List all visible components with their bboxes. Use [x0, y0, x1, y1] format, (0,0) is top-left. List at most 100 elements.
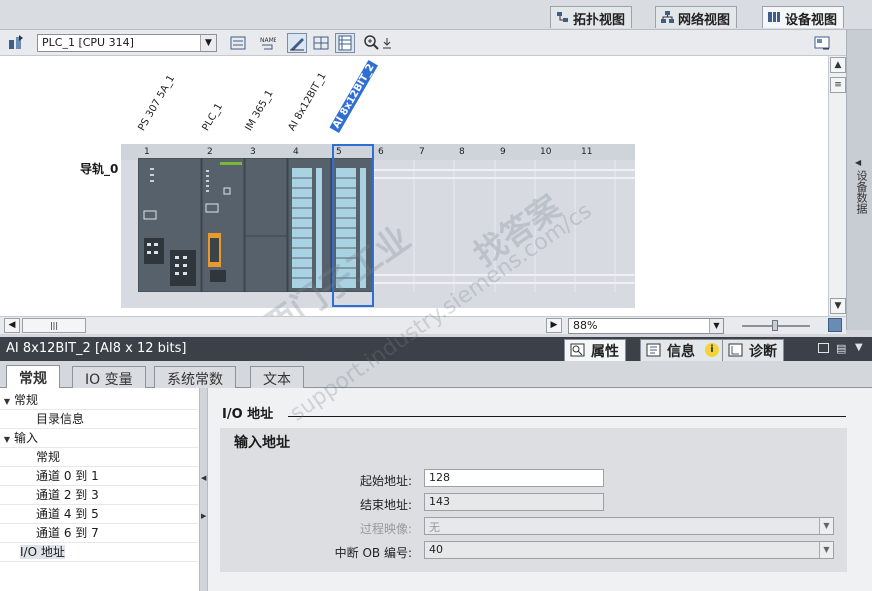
tree-item-input[interactable]: ▼ 输入 — [0, 429, 198, 448]
collapse-left-icon[interactable]: ◀ — [201, 474, 206, 482]
inspector-title: AI 8x12BIT_2 [AI8 x 12 bits] — [6, 341, 187, 356]
zoom-button[interactable] — [362, 33, 382, 53]
scroll-right-icon[interactable]: ▶ — [546, 318, 562, 333]
tab-device-view[interactable]: 设备视图 — [762, 6, 845, 28]
table-icon — [338, 35, 352, 51]
scroll-down-icon[interactable]: ▼ — [830, 298, 846, 314]
fit-view-icon[interactable] — [828, 318, 842, 332]
tree-item-general[interactable]: ▼ 常规 — [0, 391, 198, 410]
show-name-button[interactable]: NAME — [257, 33, 277, 53]
restore-icon[interactable] — [818, 343, 829, 353]
slot-number: 8 — [459, 147, 465, 157]
module-ps[interactable] — [138, 158, 202, 292]
chevron-down-icon[interactable]: ▼ — [709, 319, 723, 333]
device-data-label: 设备数据 — [855, 170, 868, 214]
arrow-down-icon — [383, 38, 391, 49]
tree-item-label: 常规 — [36, 450, 61, 464]
tab-general[interactable]: 常规 — [6, 365, 60, 389]
tab-device-label: 设备视图 — [785, 13, 838, 28]
tree-item-label: 通道 4 到 5 — [36, 507, 99, 521]
collapse-right-icon[interactable]: ▶ — [201, 512, 206, 520]
diagnostics-icon — [728, 343, 743, 357]
draw-button[interactable] — [287, 33, 307, 53]
inspector-sub-tabs: 常规 IO 变量 系统常数 文本 — [0, 361, 872, 389]
device-select[interactable]: PLC_1 [CPU 314] ▼ — [37, 34, 217, 52]
collapse-icon[interactable]: ▼ — [855, 342, 863, 353]
scroll-up-icon[interactable]: ▲ — [830, 57, 846, 73]
zoom-icon — [364, 35, 379, 50]
slot-number: 11 — [581, 147, 593, 157]
tree-item-channel-4-5[interactable]: 通道 4 到 5 — [0, 505, 198, 524]
tree-splitter[interactable]: ◀ ▶ — [200, 388, 208, 591]
module-cpu[interactable] — [201, 158, 245, 292]
tree-item-label: 目录信息 — [36, 412, 85, 426]
show-address-icon — [230, 36, 246, 50]
end-address-field: 143 — [424, 493, 604, 511]
tree-item-channel-2-3[interactable]: 通道 2 到 3 — [0, 486, 198, 505]
process-image-label: 过程映像: — [359, 522, 412, 536]
slot-number: 2 — [207, 147, 213, 157]
tree-item-label: 输入 — [14, 431, 39, 445]
overview-button[interactable] — [812, 33, 832, 53]
tab-topology-label: 拓扑视图 — [573, 13, 626, 28]
start-address-field[interactable]: 128 — [424, 469, 604, 487]
expand-triangle-icon[interactable]: ▼ — [0, 430, 14, 449]
tree-item-label: 常规 — [14, 393, 39, 407]
show-name-icon: NAME — [260, 37, 276, 50]
zoom-select[interactable]: 88% ▼ — [568, 318, 724, 334]
tree-item-channel-6-7[interactable]: 通道 6 到 7 — [0, 524, 198, 543]
interrupt-ob-select[interactable]: 40 ▼ — [424, 541, 834, 559]
tree-item-channel-0-1[interactable]: 通道 0 到 1 — [0, 467, 198, 486]
grid-icon — [313, 36, 329, 50]
tab-io-tags[interactable]: IO 变量 — [72, 366, 146, 388]
tab-info[interactable]: 信息 i — [640, 339, 726, 361]
tree-item-catalog-info[interactable]: 目录信息 — [0, 410, 198, 429]
end-address-label: 结束地址: — [359, 498, 412, 512]
device-canvas[interactable]: 导轨_0 1 2 3 4 5 6 7 8 9 10 11 PS 307 5A_1… — [0, 56, 828, 316]
show-address-button[interactable] — [228, 33, 248, 53]
process-image-select: 无 ▼ — [424, 517, 834, 535]
tab-texts[interactable]: 文本 — [250, 366, 304, 388]
minimize-icon[interactable]: ▤ — [836, 342, 846, 355]
tab-properties-label: 属性 — [591, 344, 619, 360]
tab-topology-view[interactable]: 拓扑视图 — [550, 6, 633, 28]
tab-properties[interactable]: 属性 — [564, 339, 626, 361]
slot-number: 1 — [144, 147, 150, 157]
device-icon — [768, 12, 780, 22]
module-label: PS 307 5A_1 — [136, 73, 178, 133]
tab-network-view[interactable]: 网络视图 — [655, 6, 738, 28]
horizontal-scroll-thumb[interactable]: ||| — [22, 318, 86, 333]
swap-icon — [9, 35, 23, 49]
tree-item-input-general[interactable]: 常规 — [0, 448, 198, 467]
table-button[interactable] — [335, 33, 355, 53]
scroll-left-icon[interactable]: ◀ — [4, 318, 20, 333]
device-swap-button[interactable] — [6, 33, 26, 53]
tree-item-io-address[interactable]: I/O 地址 — [0, 543, 198, 562]
zoom-slider-handle[interactable] — [772, 320, 778, 331]
rail-label: 导轨_0 — [80, 162, 119, 176]
module-ai-1[interactable] — [287, 158, 332, 292]
selection-frame — [332, 144, 374, 307]
network-icon — [661, 11, 674, 23]
tree-item-label: 通道 2 到 3 — [36, 488, 99, 502]
section-divider — [288, 416, 846, 417]
scroll-thumb[interactable]: ≡ — [830, 77, 846, 93]
grid-button[interactable] — [311, 33, 331, 53]
chevron-down-icon: ▼ — [819, 518, 833, 534]
device-select-value: PLC_1 [CPU 314] — [42, 36, 134, 49]
module-label: IM 365_1 — [243, 88, 276, 133]
module-im[interactable] — [244, 158, 288, 292]
zoom-dropdown-button[interactable] — [380, 33, 394, 53]
expand-panel-icon[interactable]: ◀ — [855, 158, 861, 167]
info-badge-icon: i — [705, 343, 719, 357]
module-label-selected: AI 8x12BIT_2 — [329, 59, 379, 134]
tab-diagnostics[interactable]: 诊断 — [722, 339, 784, 361]
canvas-vertical-scrollbar[interactable]: ▲ ≡ ▼ — [828, 56, 846, 316]
slot-number: 6 — [378, 147, 384, 157]
overview-icon — [814, 36, 830, 50]
expand-triangle-icon[interactable]: ▼ — [0, 392, 14, 411]
chevron-down-icon[interactable]: ▼ — [200, 35, 216, 51]
chevron-down-icon[interactable]: ▼ — [819, 542, 833, 558]
tab-system-constants[interactable]: 系统常数 — [154, 366, 236, 388]
device-data-panel-tab[interactable]: ◀ 设备数据 — [846, 30, 872, 330]
